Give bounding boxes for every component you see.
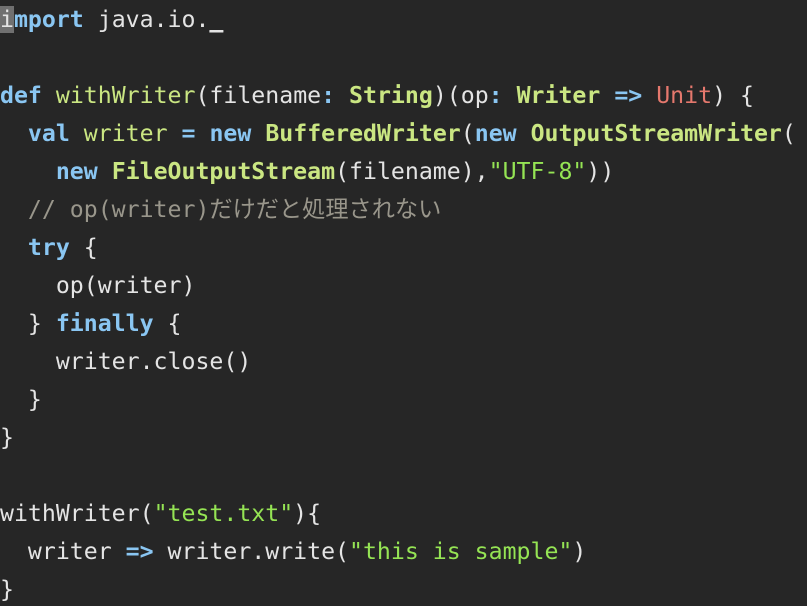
code-text: writer.write( xyxy=(153,538,350,565)
keyword-token: new xyxy=(55,158,98,185)
code-line-11[interactable]: } xyxy=(0,381,42,419)
code-text: )) xyxy=(586,158,615,185)
keyword-token: try xyxy=(27,234,70,261)
code-text: java.io. xyxy=(83,6,210,33)
code-line-8[interactable]: op(writer) xyxy=(0,267,196,305)
code-text: { xyxy=(69,234,98,261)
identifier-token: writer xyxy=(83,120,168,147)
keyword-token: new xyxy=(474,120,517,147)
code-text: } xyxy=(0,424,14,451)
code-text: { xyxy=(153,310,182,337)
string-token: "test.txt" xyxy=(153,500,294,527)
text-cursor: i xyxy=(0,6,14,33)
type-token: String xyxy=(349,82,433,109)
keyword-token: mport xyxy=(13,6,84,33)
code-text: ( xyxy=(460,120,475,147)
code-line-4[interactable]: val writer = new BufferedWriter(new Outp… xyxy=(0,115,796,153)
operator-token: : xyxy=(488,82,503,109)
code-text: ) { xyxy=(712,82,754,109)
code-line-9[interactable]: } finally { xyxy=(0,305,182,343)
code-line-5[interactable]: new FileOutputStream(filename),"UTF-8")) xyxy=(0,153,614,191)
code-text: (filename xyxy=(195,82,322,109)
code-editor[interactable]: import java.io._ def withWriter(filename… xyxy=(0,0,807,606)
code-text: } xyxy=(0,310,56,337)
identifier-token: withWriter xyxy=(55,82,196,109)
code-line-16[interactable]: } xyxy=(0,571,14,606)
code-text: (filename), xyxy=(335,158,489,185)
code-text: ( xyxy=(781,120,796,147)
code-line-14[interactable]: withWriter("test.txt"){ xyxy=(0,495,321,533)
operator-token: => xyxy=(125,538,154,565)
keyword-token: val xyxy=(27,120,70,147)
code-text: writer xyxy=(0,538,126,565)
code-text: writer.close() xyxy=(0,348,252,375)
comment-token: // op(writer)だけだと処理されない xyxy=(27,196,442,223)
string-token: "UTF-8" xyxy=(488,158,587,185)
code-line-1[interactable]: import java.io._ xyxy=(0,1,223,39)
code-text: ){ xyxy=(293,500,322,527)
code-text: op(writer) xyxy=(0,272,196,299)
type-token: BufferedWriter xyxy=(265,120,461,147)
keyword-token: new xyxy=(209,120,252,147)
code-text: withWriter( xyxy=(0,500,154,527)
code-line-15[interactable]: writer => writer.write("this is sample") xyxy=(0,533,586,571)
code-text: } xyxy=(0,576,14,603)
code-line-12[interactable]: } xyxy=(0,419,14,457)
string-token: "this is sample" xyxy=(349,538,573,565)
unit-type-token: Unit xyxy=(656,82,713,109)
operator-token: : xyxy=(321,82,336,109)
keyword-token: finally xyxy=(55,310,154,337)
underlined-token: _ xyxy=(209,6,224,33)
type-token: Writer xyxy=(516,82,601,109)
code-text: } xyxy=(0,386,42,413)
code-line-3[interactable]: def withWriter(filename: String)(op: Wri… xyxy=(0,77,754,115)
code-line-7[interactable]: try { xyxy=(0,229,98,267)
code-line-6[interactable]: // op(writer)だけだと処理されない xyxy=(0,191,441,229)
operator-token: = xyxy=(181,120,196,147)
operator-token: => xyxy=(614,82,643,109)
type-token: OutputStreamWriter xyxy=(530,120,782,147)
code-line-10[interactable]: writer.close() xyxy=(0,343,251,381)
type-token: FileOutputStream xyxy=(111,158,336,185)
code-text: ) xyxy=(572,538,587,565)
keyword-token: def xyxy=(0,82,42,109)
code-text: )(op xyxy=(432,82,489,109)
